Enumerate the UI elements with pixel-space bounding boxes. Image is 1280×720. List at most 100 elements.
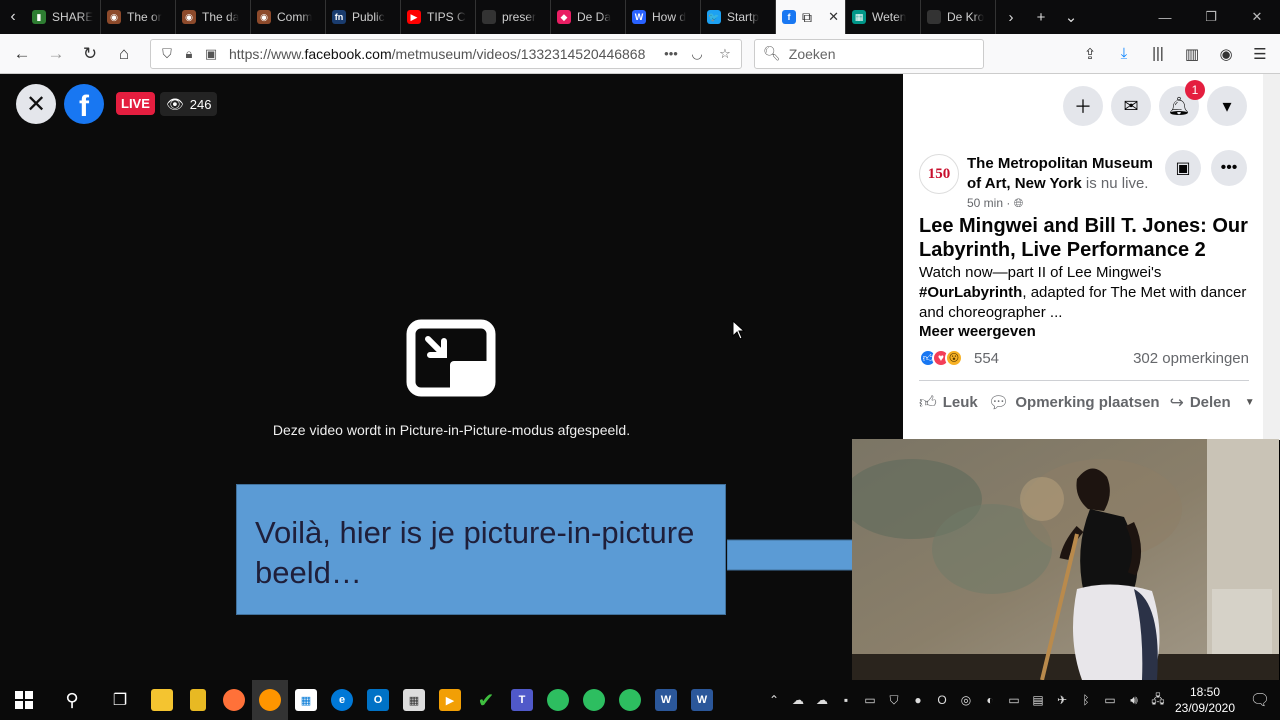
- vpn-icon[interactable]: ◐: [978, 680, 1002, 720]
- bluetooth-icon[interactable]: ᛒ: [1074, 680, 1098, 720]
- facebook-logo-icon[interactable]: f: [64, 84, 104, 124]
- page-actions-icon[interactable]: •••: [661, 46, 681, 61]
- task-view-icon[interactable]: ❐: [96, 680, 144, 720]
- outlook-icon[interactable]: O: [360, 680, 396, 720]
- notifications-icon[interactable]: 🔔︎ 1: [1159, 80, 1205, 126]
- word-icon[interactable]: W: [648, 680, 684, 720]
- caret-down-icon[interactable]: ▼: [1245, 397, 1255, 408]
- evernote-tray-icon[interactable]: ●: [906, 680, 930, 720]
- drive-icon[interactable]: ▤: [1026, 680, 1050, 720]
- tab[interactable]: preser: [476, 0, 551, 34]
- comment-count[interactable]: 302 opmerkingen: [1133, 350, 1249, 367]
- pocket-icon[interactable]: ◡: [687, 46, 707, 62]
- tracking-protection-icon[interactable]: ⛉: [157, 46, 177, 62]
- back-icon[interactable]: ←: [6, 38, 38, 70]
- url-bar[interactable]: ⛉ 🔒︎ ▣ https://www.facebook.com/metmuseu…: [150, 38, 742, 69]
- account-menu-icon[interactable]: ▾: [1207, 86, 1247, 126]
- store-icon[interactable]: ▦: [288, 680, 324, 720]
- action-center-icon[interactable]: 🗨︎: [1240, 680, 1280, 720]
- tab[interactable]: ▮ SHARE: [26, 0, 101, 34]
- files-icon[interactable]: [180, 680, 216, 720]
- tab-active[interactable]: f ⧉ ✕: [776, 0, 846, 34]
- search-input[interactable]: 🔍︎ Zoeken: [754, 38, 984, 69]
- permissions-icon[interactable]: ▣: [201, 46, 221, 62]
- battery-icon[interactable]: ▭: [1098, 680, 1122, 720]
- pip-video-window[interactable]: [852, 439, 1279, 680]
- onedrive-icon[interactable]: ☁: [786, 680, 810, 720]
- word-2-icon[interactable]: W: [684, 680, 720, 720]
- like-button[interactable]: 👍︎ Leuk: [919, 392, 978, 413]
- save-to-pocket-icon[interactable]: ⇪: [1074, 38, 1106, 70]
- panel-scrollbar[interactable]: [1263, 74, 1280, 440]
- tab[interactable]: ◆ De Da: [551, 0, 626, 34]
- sync-icon[interactable]: ◎: [954, 680, 978, 720]
- save-post-icon[interactable]: ▣: [1165, 150, 1201, 186]
- teams-icon[interactable]: T: [504, 680, 540, 720]
- reaction-count[interactable]: 554: [974, 350, 999, 367]
- tab[interactable]: fn Public: [326, 0, 401, 34]
- downloads-icon[interactable]: ⤓: [1108, 38, 1140, 70]
- restore-icon[interactable]: ❐: [1188, 0, 1234, 34]
- tab[interactable]: ▶ TIPS C: [401, 0, 476, 34]
- outlook-tray-icon[interactable]: O: [930, 680, 954, 720]
- account-icon[interactable]: ◉: [1210, 38, 1242, 70]
- network-icon[interactable]: 🖧︎: [1146, 680, 1170, 720]
- hashtag-link[interactable]: #OurLabyrinth: [919, 284, 1022, 301]
- firefox-active-icon[interactable]: [252, 680, 288, 720]
- page-avatar[interactable]: 150: [919, 154, 959, 194]
- close-window-icon[interactable]: ✕: [1234, 0, 1280, 34]
- tab[interactable]: De Kro: [921, 0, 996, 34]
- lock-icon[interactable]: 🔒︎: [179, 46, 199, 62]
- tab[interactable]: ▦ Weten: [846, 0, 921, 34]
- comment-button[interactable]: 💬︎ Opmerking plaatsen: [988, 393, 1160, 413]
- cloud-icon[interactable]: ☁: [810, 680, 834, 720]
- tab[interactable]: 🐦 Startp: [701, 0, 776, 34]
- library-icon[interactable]: |||: [1142, 38, 1174, 70]
- create-button[interactable]: ＋: [1063, 86, 1103, 126]
- url-text[interactable]: https://www.facebook.com/metmuseum/video…: [229, 46, 661, 62]
- tasks-icon[interactable]: ✔: [468, 680, 504, 720]
- pip-tab-indicator-icon[interactable]: ⧉: [802, 9, 812, 26]
- bookmark-star-icon[interactable]: ☆: [715, 46, 735, 62]
- display-icon[interactable]: ▭: [1002, 680, 1026, 720]
- tray-app-icon[interactable]: ▭: [858, 680, 882, 720]
- search-taskbar-icon[interactable]: ⚲: [48, 680, 96, 720]
- teams-tray-icon[interactable]: ▪: [834, 680, 858, 720]
- edge-icon[interactable]: e: [324, 680, 360, 720]
- evernote-3-icon[interactable]: [612, 680, 648, 720]
- tab[interactable]: ◉ The or: [101, 0, 176, 34]
- sidebar-icon[interactable]: ▥: [1176, 38, 1208, 70]
- start-icon[interactable]: [0, 680, 48, 720]
- home-icon[interactable]: ⌂: [108, 38, 140, 70]
- wifi-off-icon[interactable]: ✈: [1050, 680, 1074, 720]
- more-options-icon[interactable]: •••: [1211, 150, 1247, 186]
- firefox-icon[interactable]: [216, 680, 252, 720]
- scroll-tabs-left-icon[interactable]: ‹: [0, 0, 26, 34]
- close-video-button[interactable]: ✕: [16, 84, 56, 124]
- tab[interactable]: W How d: [626, 0, 701, 34]
- file-explorer-icon[interactable]: [144, 680, 180, 720]
- forward-icon[interactable]: →: [40, 38, 72, 70]
- share-button[interactable]: ↪ Delen: [1170, 393, 1231, 413]
- tab[interactable]: ◉ Comm: [251, 0, 326, 34]
- new-tab-icon[interactable]: +: [1026, 0, 1056, 34]
- media-player-icon[interactable]: ▶: [432, 680, 468, 720]
- messenger-icon[interactable]: ✉: [1111, 86, 1151, 126]
- evernote-2-icon[interactable]: [576, 680, 612, 720]
- volume-icon[interactable]: 🔊︎: [1122, 680, 1146, 720]
- list-all-tabs-icon[interactable]: ⌄: [1056, 0, 1086, 34]
- scroll-tabs-right-icon[interactable]: ›: [996, 0, 1026, 34]
- calculator-icon[interactable]: ▦: [396, 680, 432, 720]
- evernote-icon[interactable]: [540, 680, 576, 720]
- wow-reaction-icon[interactable]: 😮︎: [945, 349, 963, 367]
- show-hidden-icons-icon[interactable]: ⌃: [762, 680, 786, 720]
- clock[interactable]: 18:50 23/09/2020: [1170, 684, 1240, 716]
- minimize-icon[interactable]: —: [1142, 0, 1188, 34]
- close-tab-icon[interactable]: ✕: [828, 9, 839, 25]
- see-more-link[interactable]: Meer weergeven: [919, 323, 1036, 340]
- defender-icon[interactable]: ⛉: [882, 680, 906, 720]
- menu-icon[interactable]: ☰: [1244, 38, 1276, 70]
- tab[interactable]: ◉ The da: [176, 0, 251, 34]
- post-time[interactable]: 50 min · 🌐︎: [967, 196, 1023, 211]
- reload-icon[interactable]: ↻: [74, 38, 106, 70]
